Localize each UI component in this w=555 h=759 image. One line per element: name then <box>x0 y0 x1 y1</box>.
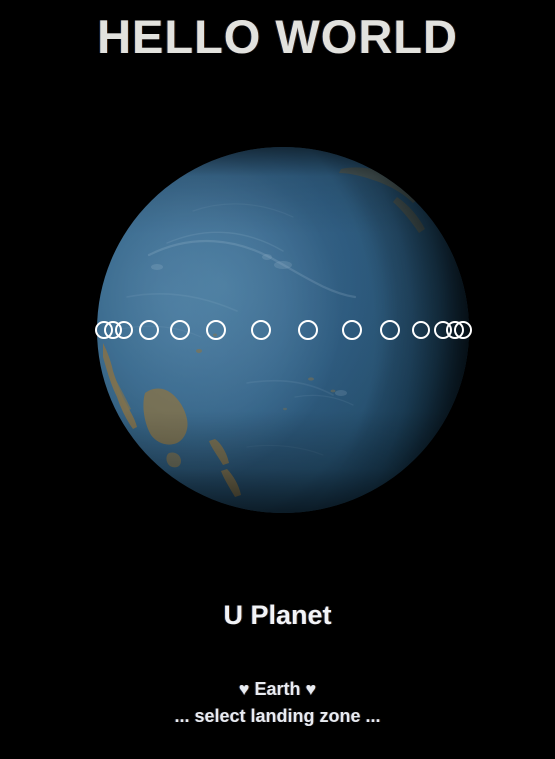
landing-zone-circle-icon[interactable] <box>454 321 472 339</box>
landing-zone-circle-icon[interactable] <box>206 320 226 340</box>
landing-zone-circle-icon[interactable] <box>298 320 318 340</box>
landing-zone-circle-icon[interactable] <box>342 320 362 340</box>
landing-zone-circle-icon[interactable] <box>170 320 190 340</box>
planet-name-label: U Planet <box>223 600 332 630</box>
status-hint: ... select landing zone ... <box>174 706 381 726</box>
landing-zone-circle-icon[interactable] <box>412 321 430 339</box>
page-title: HELLO WORLD <box>97 10 458 63</box>
hello-world-planet-screen: { "header": { "title": "HELLO WORLD" }, … <box>0 0 555 759</box>
landing-zone-circle-icon[interactable] <box>251 320 271 340</box>
planet-subtitle: ♥ Earth ♥ <box>238 679 317 699</box>
landing-zone-circle-icon[interactable] <box>139 320 159 340</box>
landing-zone-circle-icon[interactable] <box>380 320 400 340</box>
landing-zone-circle-icon[interactable] <box>115 321 133 339</box>
